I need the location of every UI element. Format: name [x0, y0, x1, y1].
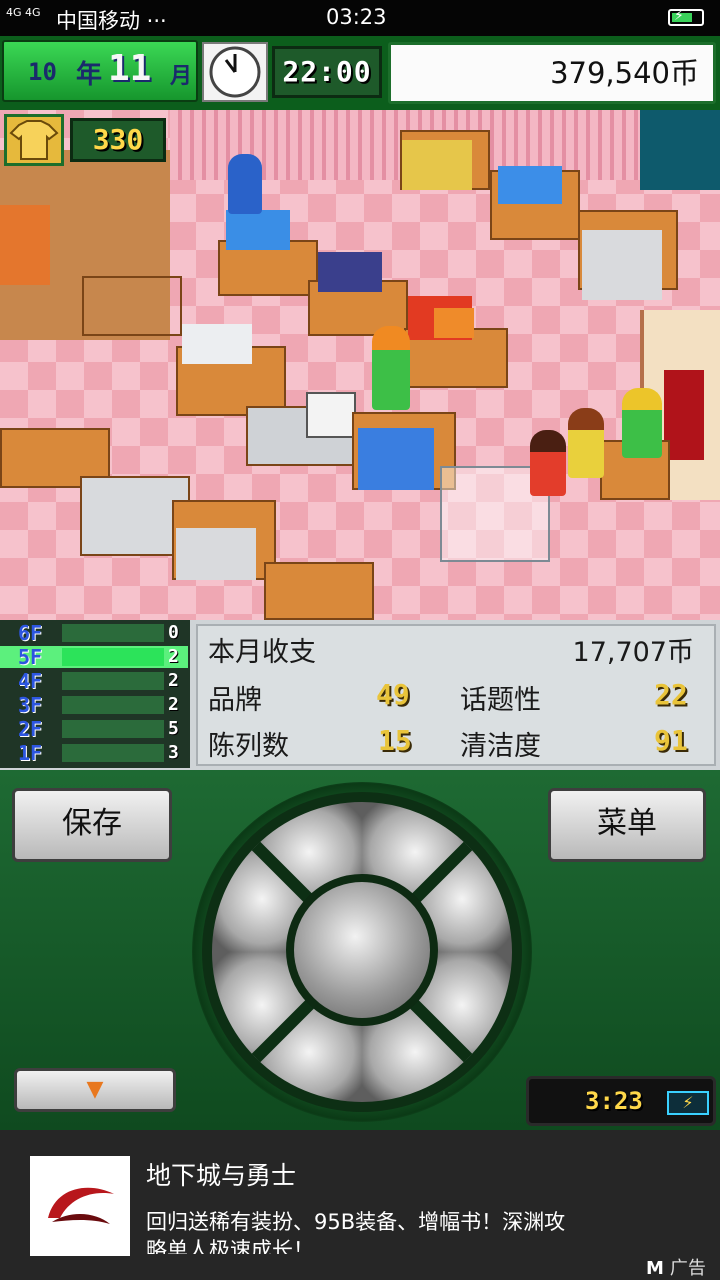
- monthly-balance-value: 17,707币: [572, 637, 694, 668]
- staff-cashier[interactable]: [622, 388, 662, 458]
- empty-rack[interactable]: [82, 276, 182, 336]
- elevator-door[interactable]: [0, 205, 50, 285]
- customer[interactable]: [568, 408, 604, 478]
- floor-label: 4F: [18, 669, 43, 693]
- brand-value: 49: [376, 678, 410, 711]
- clothing-white: [182, 324, 252, 364]
- cash-register: [306, 392, 356, 438]
- floor-count: 5: [168, 718, 179, 739]
- money-display: 379,540币: [388, 42, 716, 104]
- customer[interactable]: [228, 154, 262, 214]
- clothing-white: [582, 230, 662, 300]
- store-stats: 本月收支 17,707币 品牌 49 话题性 22 陈列数 15 清洁度 91: [196, 624, 716, 766]
- clothing-orange: [434, 308, 474, 338]
- floor-label: 1F: [18, 741, 43, 765]
- floor-count: 2: [168, 670, 179, 691]
- floor-row-5f-selected[interactable]: 5F 2: [0, 646, 188, 668]
- battery-icon: ⚡: [667, 1091, 709, 1115]
- year-value: 10: [28, 58, 57, 86]
- ad-logo[interactable]: [30, 1156, 130, 1256]
- clothing-yellow: [402, 140, 472, 190]
- monthly-balance-label: 本月收支: [208, 637, 316, 668]
- signal-icon: 4G 4G: [6, 6, 41, 19]
- month-value: 11: [108, 48, 152, 89]
- floor-row-1f[interactable]: 1F 3: [0, 742, 188, 764]
- clothing-white: [176, 528, 256, 580]
- popularity-value: 330: [70, 118, 166, 162]
- floor-label: 2F: [18, 717, 43, 741]
- floor-count: 3: [168, 742, 179, 763]
- topic-value: 22: [654, 678, 688, 711]
- year-unit: 年: [76, 60, 103, 90]
- cleanliness-value: 91: [654, 724, 688, 757]
- brand-label: 品牌: [208, 685, 262, 716]
- clock-icon: [202, 42, 268, 102]
- display-count-label: 陈列数: [208, 731, 289, 762]
- clothing-blue: [498, 166, 562, 204]
- topic-label: 话题性: [460, 685, 541, 716]
- floor-label: 3F: [18, 693, 43, 717]
- game-time: 22:00: [272, 46, 382, 98]
- month-unit: 月: [170, 64, 193, 89]
- battery-icon: ⚡: [668, 8, 704, 26]
- shelf[interactable]: [264, 562, 374, 620]
- outside-view: [640, 110, 720, 190]
- clothing-navy: [318, 252, 382, 292]
- ad-title[interactable]: 地下城与勇士: [146, 1156, 296, 1192]
- status-bar: 4G 4G 中国移动 ··· 03:23 ⚡: [0, 0, 720, 36]
- status-time: 03:23: [326, 5, 387, 29]
- menu-button[interactable]: 菜单: [548, 788, 706, 862]
- display-count-value: 15: [378, 724, 412, 757]
- dpad-center-button[interactable]: [286, 874, 438, 1026]
- store-floor-view[interactable]: [0, 110, 720, 620]
- mini-clock: 3:23 ⚡: [526, 1076, 716, 1126]
- curtain: [664, 370, 704, 460]
- clothing-blue: [358, 428, 434, 490]
- floor-count: 2: [168, 694, 179, 715]
- shirt-icon: [4, 114, 64, 166]
- cleanliness-label: 清洁度: [460, 731, 541, 762]
- floor-count: 2: [168, 646, 179, 667]
- ad-icon: M: [646, 1258, 664, 1279]
- floor-row-6f[interactable]: 6F 0: [0, 622, 188, 644]
- popularity-display: 330: [4, 114, 168, 166]
- floor-row-3f[interactable]: 3F 2: [0, 694, 188, 716]
- carrier-name: 中国移动 ···: [56, 9, 167, 33]
- floor-count: 0: [168, 622, 179, 643]
- collapse-button[interactable]: ▼: [14, 1068, 176, 1112]
- floor-selector[interactable]: 6F 0 5F 2 4F 2 3F 2 2F 5 1F 3: [0, 620, 190, 768]
- customer[interactable]: [530, 430, 566, 496]
- date-display: 10 年 11 月: [2, 40, 198, 102]
- floor-row-4f[interactable]: 4F 2: [0, 670, 188, 692]
- ad-label: M 广告: [646, 1258, 706, 1279]
- floor-row-2f[interactable]: 2F 5: [0, 718, 188, 740]
- staff-clerk[interactable]: [372, 326, 410, 410]
- mini-time: 3:23: [585, 1087, 643, 1115]
- save-button[interactable]: 保存: [12, 788, 172, 862]
- clothing-blue: [226, 210, 290, 250]
- floor-label: 5F: [18, 645, 43, 669]
- floor-label: 6F: [18, 621, 43, 645]
- ad-description[interactable]: 回归送稀有装扮、95B装备、增幅书！深渊攻略单人极速成长！: [146, 1208, 586, 1254]
